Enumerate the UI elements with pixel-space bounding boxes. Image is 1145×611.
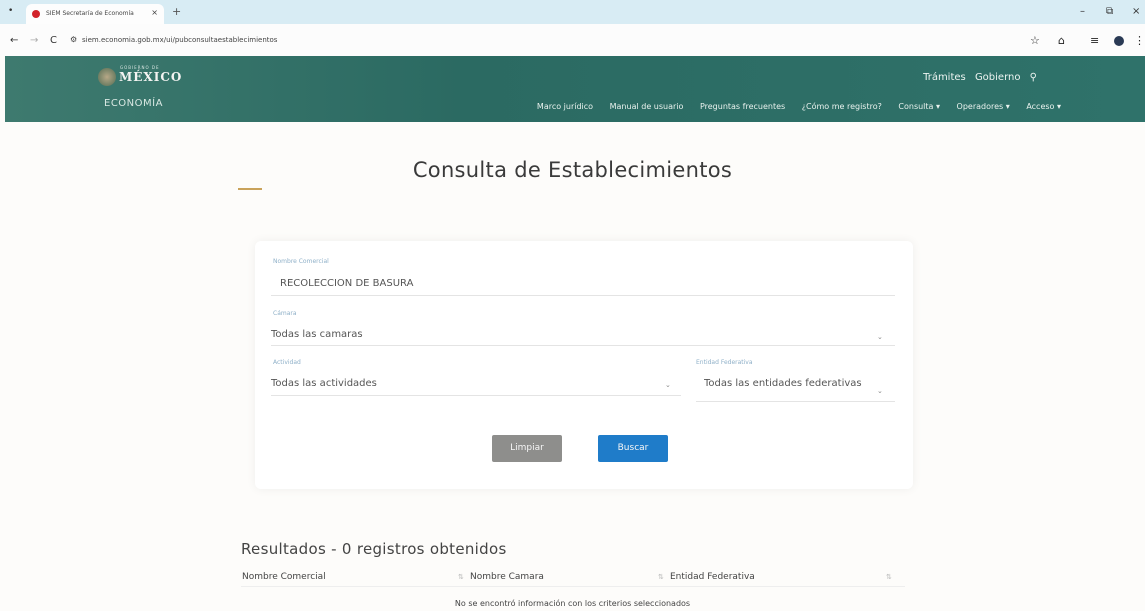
address-bar[interactable]: siem.economia.gob.mx/ui/pubconsultaestab… xyxy=(82,36,277,44)
entidad-federativa-label: Entidad Federativa xyxy=(696,359,753,366)
new-tab-icon[interactable]: + xyxy=(172,5,181,18)
nav-acceso-dropdown[interactable]: Acceso ▾ xyxy=(1026,102,1061,111)
browser-tab[interactable]: SIEM Secretaría de Economía × xyxy=(26,4,164,24)
column-entidad-federativa[interactable]: Entidad Federativa xyxy=(670,572,755,582)
link-tramites[interactable]: Trámites xyxy=(923,72,966,83)
search-form-card: Nombre Comercial RECOLECCION DE BASURA C… xyxy=(255,241,913,489)
reload-icon[interactable]: C xyxy=(50,35,57,46)
search-button[interactable]: Buscar xyxy=(598,435,668,462)
column-nombre-comercial[interactable]: Nombre Comercial xyxy=(242,572,326,582)
profile-avatar[interactable] xyxy=(1114,36,1124,46)
entidad-underline xyxy=(696,401,895,402)
restore-icon[interactable]: ⧉ xyxy=(1106,6,1113,17)
nav-operadores-dropdown[interactable]: Operadores ▾ xyxy=(957,102,1010,111)
nav-consulta-dropdown[interactable]: Consulta ▾ xyxy=(898,102,940,111)
gobierno-logo[interactable]: MÉXICO xyxy=(119,70,182,84)
minimize-icon[interactable]: – xyxy=(1080,6,1085,17)
results-title: Resultados - 0 registros obtenidos xyxy=(241,540,507,558)
main-nav: Marco jurídico Manual de usuario Pregunt… xyxy=(523,102,1061,111)
back-icon[interactable]: ← xyxy=(10,35,18,46)
close-window-icon[interactable]: × xyxy=(1132,6,1140,17)
entidad-chevron-down-icon[interactable]: ⌄ xyxy=(877,387,883,395)
bookmark-star-icon[interactable]: ☆ xyxy=(1030,34,1040,47)
browser-menu-icon[interactable]: ⋮ xyxy=(1134,34,1145,47)
entidad-federativa-select[interactable]: Todas las entidades federativas xyxy=(704,378,880,389)
extensions-icon[interactable]: ⌂ xyxy=(1058,34,1065,47)
camara-select[interactable]: Todas las camaras xyxy=(271,329,363,340)
actividad-chevron-down-icon[interactable]: ⌄ xyxy=(665,381,671,389)
camara-label: Cámara xyxy=(273,310,297,317)
link-gobierno[interactable]: Gobierno xyxy=(975,72,1021,83)
national-seal-icon xyxy=(98,68,116,86)
nav-marco-juridico[interactable]: Marco jurídico xyxy=(537,102,593,111)
sort-icon[interactable]: ⇅ xyxy=(886,573,892,581)
tab-title: SIEM Secretaría de Economía xyxy=(46,10,134,17)
actividad-underline xyxy=(271,395,681,396)
actividad-select[interactable]: Todas las actividades xyxy=(271,378,377,389)
tab-close-icon[interactable]: × xyxy=(151,8,158,17)
results-divider xyxy=(241,586,905,587)
nav-manual-usuario[interactable]: Manual de usuario xyxy=(610,102,684,111)
page-title: Consulta de Establecimientos xyxy=(412,158,733,182)
sort-icon[interactable]: ⇅ xyxy=(658,573,664,581)
browser-tabstrip: • SIEM Secretaría de Economía × + – ⧉ × xyxy=(0,0,1145,24)
sort-icon[interactable]: ⇅ xyxy=(458,573,464,581)
actividad-label: Actividad xyxy=(273,359,301,366)
column-nombre-camara[interactable]: Nombre Camara xyxy=(470,572,544,582)
nombre-comercial-underline xyxy=(271,295,895,296)
empty-results-message: No se encontró información con los crite… xyxy=(454,599,691,608)
browser-toolbar: ← → C ⚙ siem.economia.gob.mx/ui/pubconsu… xyxy=(0,24,1145,56)
camara-underline xyxy=(271,345,895,346)
ministry-name[interactable]: ECONOMÍA xyxy=(104,98,163,109)
nombre-comercial-input[interactable]: RECOLECCION DE BASURA xyxy=(280,278,413,289)
tab-search-icon[interactable]: • xyxy=(8,6,13,16)
site-favicon-icon xyxy=(32,10,40,18)
title-accent-rule xyxy=(238,188,262,190)
site-header: GOBIERNO DE MÉXICO ECONOMÍA Trámites Gob… xyxy=(5,56,1145,122)
camara-chevron-down-icon[interactable]: ⌄ xyxy=(877,333,883,341)
nombre-comercial-label: Nombre Comercial xyxy=(273,258,329,265)
nav-preguntas-frecuentes[interactable]: Preguntas frecuentes xyxy=(700,102,785,111)
header-search-icon[interactable]: ⚲ xyxy=(1030,72,1037,83)
reading-list-icon[interactable]: ≡ xyxy=(1090,34,1099,47)
top-links: Trámites Gobierno ⚲ xyxy=(917,72,1037,83)
forward-icon[interactable]: → xyxy=(30,35,38,46)
nav-como-me-registro[interactable]: ¿Cómo me registro? xyxy=(802,102,882,111)
site-info-icon[interactable]: ⚙ xyxy=(70,35,77,44)
clear-button[interactable]: Limpiar xyxy=(492,435,562,462)
